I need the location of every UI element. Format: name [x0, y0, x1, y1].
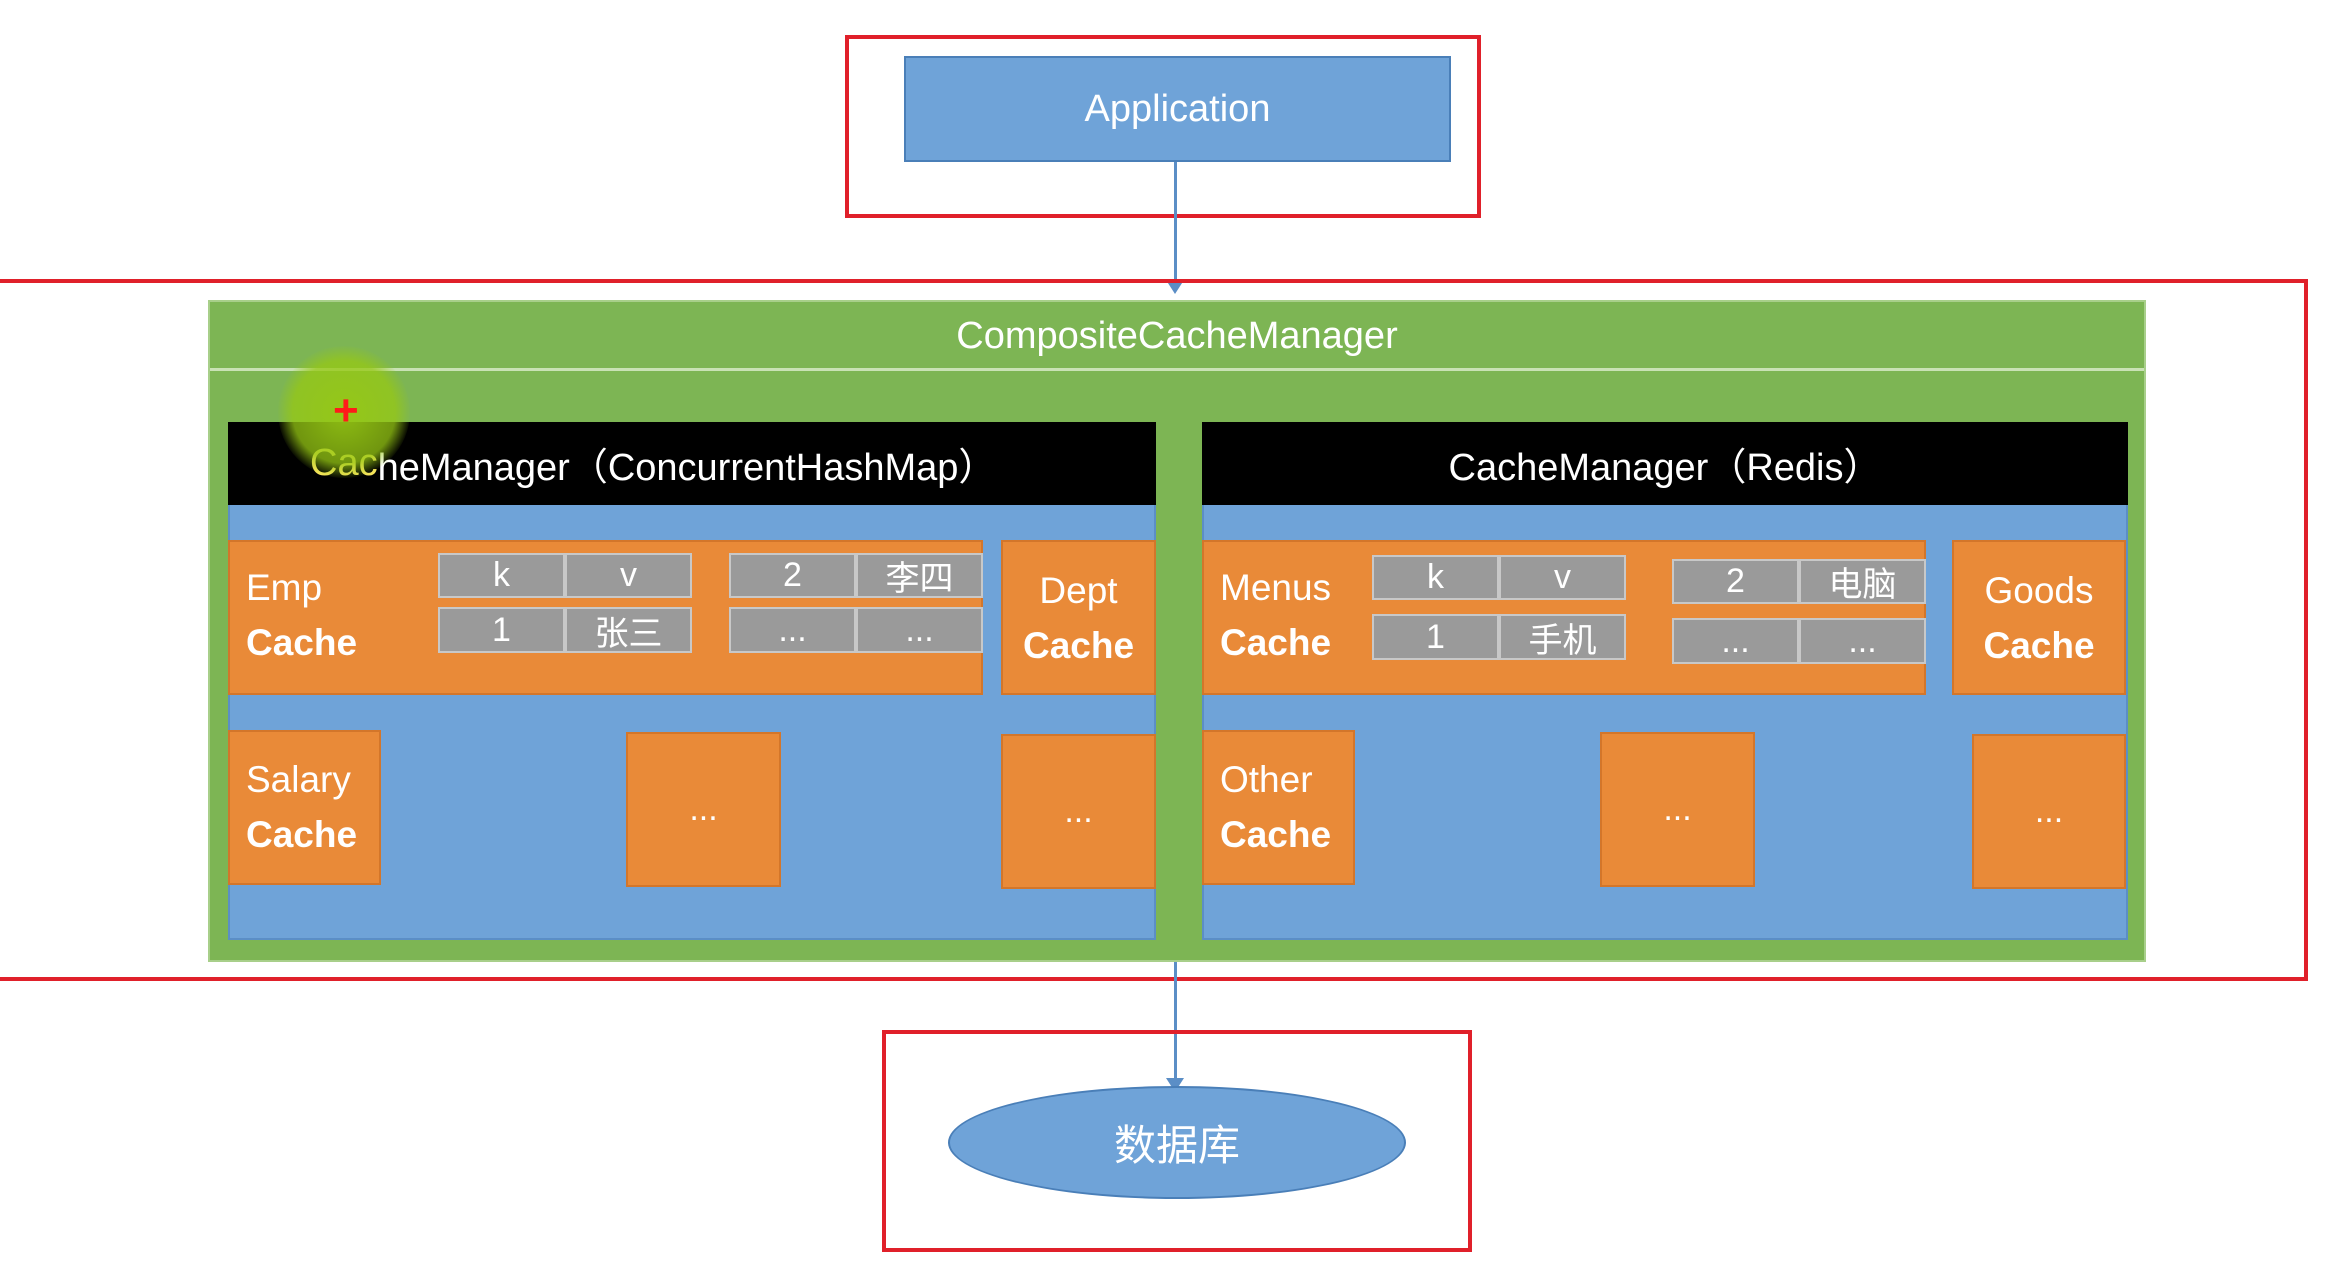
connector-app-to-composite: [1174, 162, 1177, 280]
salary-cache-label: Salary Cache: [246, 759, 358, 855]
dept-cache: Dept Cache: [1001, 540, 1156, 695]
emp-cache-label: Emp Cache: [246, 567, 358, 663]
composite-divider: [210, 368, 2144, 371]
menus-table-cell-ellipsis-2: ...: [1799, 618, 1926, 664]
menus-table-cell-2: 2: [1672, 559, 1799, 604]
application-box: Application: [904, 56, 1451, 162]
goods-cache: Goods Cache: [1952, 540, 2126, 695]
emp-table-cell-1: 1: [438, 607, 565, 653]
right-more-cache-1: ...: [1600, 732, 1755, 887]
emp-table-cell-lisi: 李四: [856, 553, 983, 598]
menus-table-cell-1: 1: [1372, 614, 1499, 660]
emp-table-cell-zhangsan: 张三: [565, 607, 692, 653]
menus-table-cell-computer: 电脑: [1799, 559, 1926, 604]
left-manager-title-text: heManager（ConcurrentHashMap）: [377, 447, 997, 489]
right-more-cache-2: ...: [1972, 734, 2126, 889]
menus-table-cell-ellipsis-1: ...: [1672, 618, 1799, 664]
right-manager-title: CacheManager（Redis）: [1202, 422, 2128, 505]
emp-table-cell-ellipsis-1: ...: [729, 607, 856, 653]
menus-table-header-k: k: [1372, 555, 1499, 600]
left-more-cache-2: ...: [1001, 734, 1156, 889]
emp-table-cell-2: 2: [729, 553, 856, 598]
application-label: Application: [1084, 87, 1271, 130]
menus-table-cell-phone: 手机: [1499, 614, 1626, 660]
cursor-crosshair-icon: +: [333, 386, 359, 435]
composite-title: CompositeCacheManager: [956, 314, 1398, 357]
left-more-cache-1: ...: [626, 732, 781, 887]
emp-table-cell-ellipsis-2: ...: [856, 607, 983, 653]
other-cache-label: Other Cache: [1220, 759, 1332, 855]
emp-table-header-v: v: [565, 553, 692, 598]
database-label: 数据库: [1113, 1122, 1240, 1169]
menus-table-header-v: v: [1499, 555, 1626, 600]
database-ellipse: 数据库: [948, 1086, 1406, 1199]
emp-table-header-k: k: [438, 553, 565, 598]
